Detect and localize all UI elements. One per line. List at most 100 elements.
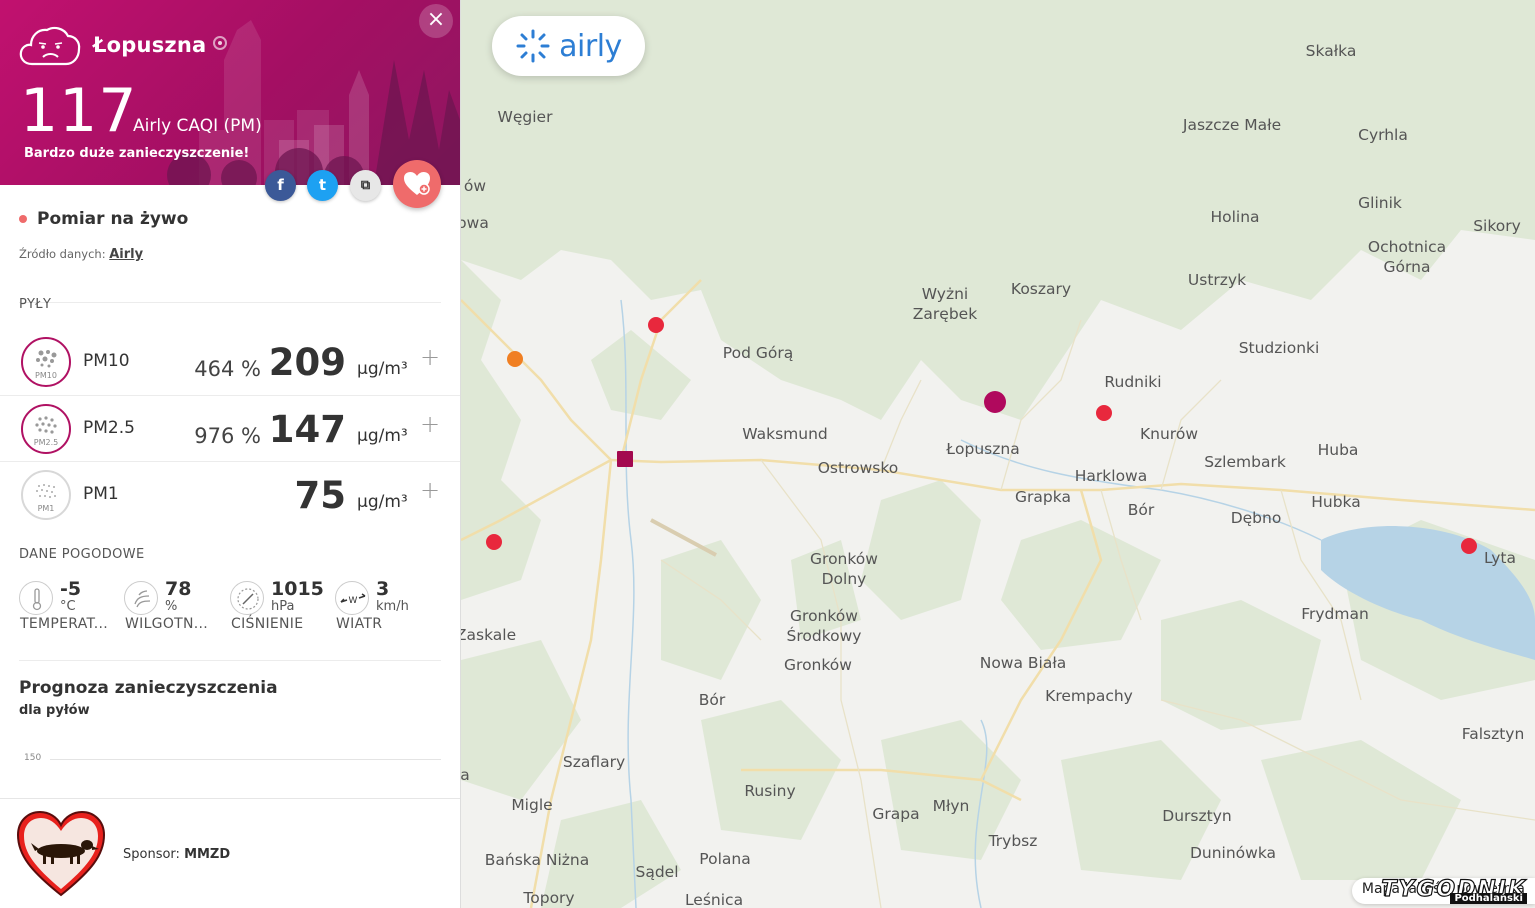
- place-label: Lyta: [1484, 549, 1516, 567]
- caqi-label: Airly CAQI (PM): [133, 116, 262, 136]
- location-target-icon: [213, 36, 227, 50]
- place-label: Szaflary: [562, 753, 626, 771]
- place-label: owa: [461, 214, 489, 232]
- place-label: Bańska Niżna: [484, 851, 590, 869]
- share-twitter-button[interactable]: t: [307, 170, 338, 201]
- temperature-label: TEMPERAT...: [20, 616, 108, 632]
- place-label: Trybsz: [988, 832, 1038, 850]
- place-label: Grapka: [1015, 488, 1071, 506]
- live-dot-icon: [19, 215, 27, 223]
- wind-direction-label: W: [349, 596, 358, 606]
- live-measurement: Pomiar na żywo: [19, 209, 188, 229]
- pm10-icon-label: PM10: [35, 371, 57, 380]
- place-label: Skałka: [1305, 42, 1357, 60]
- sponsor-prefix: Sponsor:: [123, 847, 180, 862]
- pm1-icon: PM1: [21, 470, 71, 520]
- pm1-name: PM1: [83, 484, 119, 504]
- sensor-marker-selected[interactable]: [984, 391, 1006, 413]
- place-label: Krempachy: [1045, 687, 1133, 705]
- sensor-marker-square[interactable]: [617, 451, 633, 467]
- place-label: Szlembark: [1204, 453, 1286, 471]
- forecast-subtitle: dla pyłów: [19, 703, 90, 718]
- pm10-row[interactable]: PM10 PM10 464 % 209 µg/m³ +: [0, 329, 460, 395]
- pressure-icon: [230, 581, 264, 615]
- station-header: Łopuszna × 117 Airly CAQI (PM) Bardzo du…: [0, 0, 460, 185]
- sensor-marker[interactable]: [1461, 538, 1477, 554]
- place-label: a: [461, 766, 470, 784]
- sensor-marker[interactable]: [507, 351, 523, 367]
- weather-section-title: DANE POGODOWE: [19, 547, 145, 562]
- place-label: Leśnica: [684, 891, 744, 908]
- wind-value: 3: [376, 578, 390, 600]
- place-label: Duninówka: [1189, 844, 1277, 862]
- airly-spinner-icon: [516, 29, 550, 63]
- place-label: Jaszcze Małe: [1182, 116, 1282, 134]
- place-label: Rusiny: [744, 782, 796, 800]
- particles-section-title: PYŁY: [19, 297, 52, 312]
- pm25-icon-label: PM2.5: [33, 438, 59, 447]
- tygodnik-watermark: TYGODNIK Podhalański: [1381, 876, 1527, 904]
- pm10-expand-button[interactable]: +: [420, 343, 440, 371]
- place-label: Ochotnica Górna: [1367, 238, 1447, 276]
- place-label: Ostrowsko: [817, 459, 899, 477]
- pm1-expand-button[interactable]: +: [420, 476, 440, 504]
- pm1-row[interactable]: PM1 PM1 75 µg/m³ +: [0, 462, 460, 528]
- forecast-axis-tick: 150: [24, 753, 42, 763]
- pm25-expand-button[interactable]: +: [420, 410, 440, 438]
- temperature-unit: °C: [60, 599, 76, 614]
- pm10-value: 209: [268, 341, 346, 384]
- station-sidebar: Łopuszna × 117 Airly CAQI (PM) Bardzo du…: [0, 0, 461, 908]
- pm25-value: 147: [268, 408, 346, 451]
- place-label: Knurów: [1139, 425, 1199, 443]
- place-label: Harklowa: [1074, 467, 1148, 485]
- pressure-label: CIŚNIENIE: [231, 616, 304, 632]
- pm10-name: PM10: [83, 351, 130, 371]
- copy-link-button[interactable]: ⧉: [350, 170, 381, 201]
- pm10-percent: 464 %: [194, 357, 261, 381]
- favorite-button[interactable]: [393, 160, 441, 208]
- place-label: Zaskale: [461, 626, 517, 644]
- place-label: Rudniki: [1104, 373, 1162, 391]
- place-label: ów: [463, 177, 487, 195]
- place-label: Bór: [698, 691, 726, 709]
- pm25-row[interactable]: PM2.5 PM2.5 976 % 147 µg/m³ +: [0, 396, 460, 462]
- pm25-name: PM2.5: [83, 418, 135, 438]
- forecast-gridline: [50, 759, 441, 760]
- place-label: Cyrhla: [1358, 126, 1408, 144]
- pm25-percent: 976 %: [194, 424, 261, 448]
- map-canvas[interactable]: Węgier Skałka Jaszcze Małe Cyrhla Holina…: [461, 0, 1535, 908]
- place-label: Topory: [523, 889, 575, 907]
- airly-logo[interactable]: airly: [492, 16, 645, 76]
- sensor-marker[interactable]: [1096, 405, 1112, 421]
- place-label: Młyn: [932, 797, 970, 815]
- sponsor-section[interactable]: Sponsor: MMZD: [0, 798, 460, 908]
- place-label: Migle: [511, 796, 553, 814]
- place-label: Łopuszna: [946, 440, 1020, 458]
- caqi-value: 117: [20, 76, 138, 146]
- sensor-marker[interactable]: [486, 534, 502, 550]
- heart-plus-icon: [404, 172, 430, 195]
- place-label: Falsztyn: [1461, 725, 1525, 743]
- humidity-value: 78: [165, 578, 192, 600]
- place-label: Dębno: [1230, 509, 1282, 527]
- pm1-value: 75: [294, 474, 347, 517]
- place-label: Gronków Dolny: [810, 550, 878, 588]
- place-label: Koszary: [1010, 280, 1072, 298]
- station-name: Łopuszna: [93, 33, 207, 57]
- temperature-value: -5: [60, 578, 82, 600]
- wind-label: WIATR: [336, 616, 383, 632]
- place-label: Frydman: [1301, 605, 1369, 623]
- data-source: Źródło danych: Airly: [19, 247, 143, 262]
- sensor-marker[interactable]: [648, 317, 664, 333]
- place-label: Grapa: [872, 805, 920, 823]
- humidity-icon: [124, 581, 158, 615]
- place-label: Bór: [1127, 501, 1155, 519]
- sad-cloud-icon: [19, 26, 81, 66]
- source-link[interactable]: Airly: [109, 247, 143, 262]
- wind-unit: km/h: [376, 599, 409, 614]
- place-label: Dursztyn: [1162, 807, 1232, 825]
- pm10-icon: PM10: [21, 337, 71, 387]
- close-button[interactable]: ×: [419, 4, 453, 38]
- share-facebook-button[interactable]: f: [265, 170, 296, 201]
- place-label: Pod Górą: [722, 344, 794, 362]
